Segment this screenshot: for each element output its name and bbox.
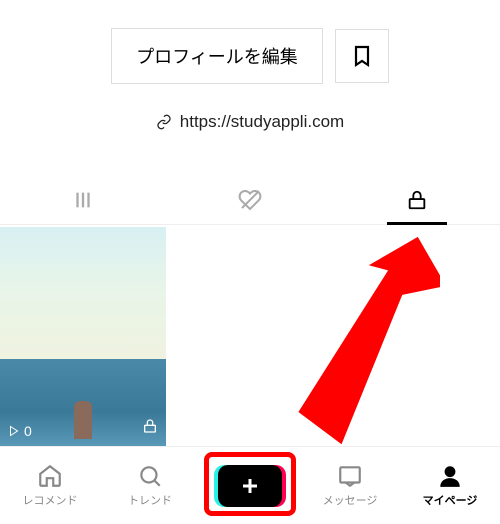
- play-icon: [8, 425, 20, 437]
- bookmark-icon: [350, 44, 374, 68]
- profile-tabs: [0, 176, 500, 225]
- plus-icon: [238, 474, 262, 498]
- nav-trend-label: トレンド: [128, 492, 172, 508]
- video-lock-icon: [142, 418, 158, 439]
- create-button[interactable]: [218, 465, 282, 507]
- bottom-nav: レコメンド トレンド メッセージ マイページ: [0, 446, 500, 524]
- posts-icon: [72, 189, 94, 211]
- tab-posts[interactable]: [0, 176, 167, 224]
- nav-message[interactable]: メッセージ: [300, 463, 400, 508]
- nav-home[interactable]: レコメンド: [0, 463, 100, 508]
- nav-mypage[interactable]: マイページ: [400, 463, 500, 508]
- tab-liked[interactable]: [167, 176, 334, 224]
- link-icon: [156, 114, 172, 130]
- edit-profile-button[interactable]: プロフィールを編集: [111, 28, 323, 84]
- play-count: 0: [8, 423, 32, 439]
- lock-icon: [406, 189, 428, 211]
- nav-create[interactable]: [200, 465, 300, 507]
- profile-link-text: https://studyappli.com: [180, 112, 344, 132]
- tab-private[interactable]: [333, 176, 500, 224]
- nav-home-label: レコメンド: [23, 492, 78, 508]
- search-icon: [137, 463, 163, 489]
- nav-trend[interactable]: トレンド: [100, 463, 200, 508]
- profile-link[interactable]: https://studyappli.com: [156, 112, 344, 132]
- nav-message-label: メッセージ: [323, 492, 378, 508]
- nav-mypage-label: マイページ: [423, 492, 478, 508]
- video-thumbnail[interactable]: 0: [0, 227, 166, 447]
- video-grid: 0: [0, 225, 500, 447]
- heart-off-icon: [238, 188, 262, 212]
- person-icon: [437, 463, 463, 489]
- home-icon: [37, 463, 63, 489]
- message-icon: [337, 463, 363, 489]
- bookmark-button[interactable]: [335, 29, 389, 83]
